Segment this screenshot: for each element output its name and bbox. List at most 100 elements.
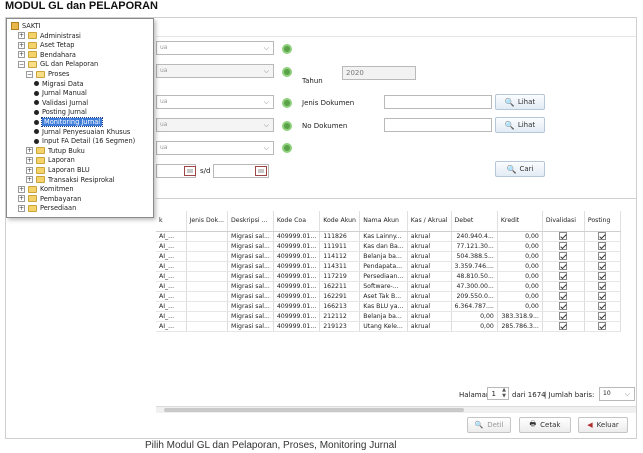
refresh-icon[interactable] (282, 98, 292, 108)
tahun-field[interactable]: 2020 (342, 66, 416, 80)
tree-item[interactable]: + Tutup Buku (26, 146, 85, 156)
tree-item[interactable]: + Pembayaran (18, 194, 81, 204)
filter-combo-2[interactable]: ua ⌵ (156, 64, 274, 78)
checkbox[interactable] (559, 312, 568, 320)
table-row[interactable]: AI_... Migrasi sal... 409999.01... 166213 Ka… (156, 301, 621, 312)
tree-item[interactable]: + Transaksi Resiprokal (26, 175, 115, 185)
detil-button[interactable]: 🔍 Detil (467, 417, 511, 433)
checkbox[interactable] (598, 252, 607, 260)
column-header[interactable]: k (156, 211, 187, 232)
tree-item[interactable]: − Proses (26, 69, 69, 79)
tree-item[interactable]: + Bendahara (18, 50, 76, 60)
column-header[interactable]: Kode Coa (273, 211, 321, 232)
tree-item[interactable]: Posting Jurnal (34, 107, 87, 117)
checkbox[interactable] (559, 232, 568, 240)
tree-item[interactable]: SAKTI (11, 21, 41, 31)
lihat-no-dokumen-button[interactable]: 🔍 Lihat (495, 117, 545, 133)
keluar-button[interactable]: ◀ Keluar (578, 417, 628, 433)
column-header[interactable]: Jenis Dok... (186, 211, 228, 232)
checkbox[interactable] (598, 262, 607, 270)
tree-item[interactable]: + Komitmen (18, 184, 74, 194)
expand-toggle-icon[interactable]: + (18, 32, 25, 40)
table-row[interactable]: AI_... Migrasi sal... 409999.01... 111911 Ka… (156, 241, 621, 252)
filter-combo-1[interactable]: ua ⌵ (156, 41, 274, 55)
checkbox[interactable] (559, 272, 568, 280)
column-header[interactable]: Kas / Akrual (407, 211, 452, 232)
checkbox[interactable] (598, 242, 607, 250)
calendar-icon[interactable] (184, 166, 196, 176)
column-header[interactable]: Deskripsi ... (227, 211, 274, 232)
tree-item[interactable]: Input FA Detail (16 Segmen) (34, 136, 135, 146)
tree-item[interactable]: Migrasi Data (34, 79, 84, 89)
checkbox[interactable] (559, 262, 568, 270)
tree-item[interactable]: Monitoring Jurnal (34, 117, 104, 127)
cetak-button[interactable]: 🖶 Cetak (519, 417, 571, 433)
filter-combo-3[interactable]: ua ⌵ (156, 95, 274, 109)
jenis-dokumen-field[interactable] (384, 95, 492, 109)
spinner-arrows-icon[interactable]: ▲ ▼ (502, 387, 506, 399)
tree-item[interactable]: + Aset Tetap (18, 40, 74, 50)
tree-item[interactable]: + Persediaan (18, 203, 76, 213)
no-dokumen-field[interactable] (384, 118, 492, 132)
table-row[interactable]: AI_... Migrasi sal... 409999.01... 114311 Pe… (156, 261, 621, 272)
column-header[interactable]: Posting (584, 211, 621, 232)
tree-item[interactable]: Validasi Jurnal (34, 98, 88, 108)
filter-combo-5[interactable]: ua ⌵ (156, 141, 274, 155)
table-cell: Migrasi sal... (227, 301, 274, 312)
leaf-bullet-icon (34, 100, 39, 106)
expand-toggle-icon[interactable]: + (26, 156, 33, 164)
table-row[interactable]: AI_... Migrasi sal... 409999.01... 117219 Pe… (156, 271, 621, 282)
checkbox[interactable] (559, 252, 568, 260)
page-spinner[interactable]: 1 ▲ ▼ (487, 387, 509, 400)
table-row[interactable]: AI_... Migrasi sal... 409999.01... 162291 As… (156, 291, 621, 302)
column-header[interactable]: Divalidasi (542, 211, 585, 232)
checkbox[interactable] (559, 282, 568, 290)
table-row[interactable]: AI_... Migrasi sal... 409999.01... 114112 Be… (156, 251, 621, 262)
table-row[interactable]: AI_... Migrasi sal... 409999.01... 219123 Ut… (156, 321, 621, 332)
column-header[interactable]: Kredit (497, 211, 543, 232)
refresh-icon[interactable] (282, 121, 292, 131)
table-row[interactable]: AI_... Migrasi sal... 409999.01... 111826 Ka… (156, 231, 621, 242)
checkbox[interactable] (598, 302, 607, 310)
expand-toggle-icon[interactable]: + (26, 166, 33, 174)
checkbox[interactable] (598, 322, 607, 330)
checkbox[interactable] (559, 322, 568, 330)
column-header[interactable]: Kode Akun (319, 211, 361, 232)
refresh-icon[interactable] (282, 143, 292, 153)
expand-toggle-icon[interactable]: + (18, 185, 25, 193)
tree-item[interactable]: + Administrasi (18, 31, 81, 41)
refresh-icon[interactable] (282, 44, 292, 54)
expand-toggle-icon[interactable]: + (18, 51, 25, 59)
checkbox[interactable] (598, 232, 607, 240)
filter-combo-4[interactable]: ua ⌵ (156, 118, 274, 132)
table-row[interactable]: AI_... Migrasi sal... 409999.01... 212112 Be… (156, 311, 621, 322)
tree-item[interactable]: Jurnal Manual (34, 88, 87, 98)
checkbox[interactable] (559, 292, 568, 300)
expand-toggle-icon[interactable]: − (18, 60, 25, 68)
calendar-icon[interactable] (255, 166, 267, 176)
cari-button[interactable]: 🔍 Cari (495, 161, 545, 177)
expand-toggle-icon[interactable]: − (26, 70, 33, 78)
checkbox[interactable] (598, 292, 607, 300)
checkbox[interactable] (598, 282, 607, 290)
expand-toggle-icon[interactable]: + (26, 147, 33, 155)
checkbox[interactable] (598, 272, 607, 280)
column-header[interactable]: Nama Akun (359, 211, 408, 232)
checkbox[interactable] (598, 312, 607, 320)
expand-toggle-icon[interactable]: + (26, 176, 33, 184)
table-row[interactable]: AI_... Migrasi sal... 409999.01... 162211 So… (156, 281, 621, 292)
expand-toggle-icon[interactable]: + (18, 195, 25, 203)
checkbox[interactable] (559, 302, 568, 310)
expand-toggle-icon[interactable]: + (18, 204, 25, 212)
tree-item[interactable]: + Laporan (26, 155, 75, 165)
horizontal-scrollbar[interactable] (156, 406, 636, 413)
refresh-icon[interactable] (282, 67, 292, 77)
tree-item[interactable]: − GL dan Pelaporan (18, 59, 98, 69)
tree-item[interactable]: + Laporan BLU (26, 165, 90, 175)
tree-item[interactable]: Jurnal Penyesuaian Khusus (34, 127, 130, 137)
lihat-jenis-dokumen-button[interactable]: 🔍 Lihat (495, 94, 545, 110)
expand-toggle-icon[interactable]: + (18, 41, 25, 49)
rows-per-page-select[interactable]: 10 ⌵ (599, 387, 635, 401)
checkbox[interactable] (559, 242, 568, 250)
column-header[interactable]: Debet (451, 211, 498, 232)
